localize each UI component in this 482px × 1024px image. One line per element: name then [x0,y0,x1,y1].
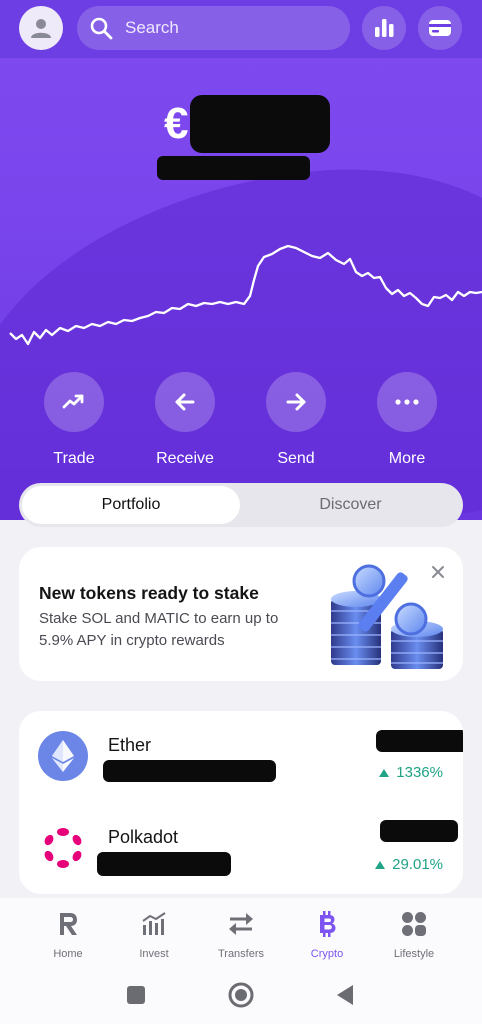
transfer-arrows-icon [229,913,253,935]
system-navigation-bar [0,968,482,1024]
receive-label: Receive [156,450,214,467]
up-triangle-icon [379,768,390,777]
total-balance[interactable]: € [164,95,331,153]
bar-chart-icon [375,19,394,37]
redacted-asset-amount [103,760,276,782]
promo-text: Stake SOL and MATIC to earn up to 5.9% A… [39,610,279,649]
send-action[interactable]: Send [246,372,346,468]
redacted-asset-amount [97,852,231,876]
nav-lifestyle-label: Lifestyle [393,948,435,960]
search-placeholder: Search [125,18,179,37]
trade-action[interactable]: Trade [24,372,124,468]
send-label: Send [277,450,315,467]
promo-title: New tokens ready to stake [39,583,259,603]
nav-home-label: Home [53,948,83,960]
ether-icon [38,731,88,781]
trend-up-icon [62,394,84,409]
asset-name: Polkadot [108,827,179,847]
nav-transfers[interactable]: Transfers [201,910,281,960]
home-circle-icon[interactable] [228,982,254,1008]
nav-crypto-label: Crypto [310,948,344,960]
more-label: More [388,450,426,467]
portfolio-chart[interactable] [0,240,482,360]
asset-change-value: 1336% [396,764,443,781]
more-dots-icon [395,399,419,405]
nav-invest[interactable]: Invest [114,910,194,960]
asset-name: Ether [108,735,152,755]
search-icon [90,17,113,40]
profile-avatar-button[interactable] [19,6,63,50]
asset-change: 29.01% [375,856,443,873]
receive-action[interactable]: Receive [135,372,235,468]
redacted-asset-value [376,730,463,752]
redacted-balance-amount [190,95,331,153]
polkadot-icon [38,823,88,873]
asset-row-polkadot[interactable]: Polkadot 29.01% [19,803,463,894]
redacted-balance-subtitle [157,156,310,180]
asset-row-ether[interactable]: Ether 1336% [19,711,463,803]
send-button[interactable] [266,372,326,432]
tab-discover[interactable]: Discover [241,486,460,524]
crypto-assets-list: Ether 1336% Polkadot 29.01% [19,711,463,894]
card-icon [429,20,451,36]
user-icon [31,19,51,38]
balance-currency: € [164,99,189,148]
top-bar: Search [0,0,482,58]
nav-invest-label: Invest [139,948,169,960]
close-icon[interactable] [427,561,449,583]
balance-hero: Search € Trade Receive Send More [0,0,482,520]
tab-portfolio[interactable]: Portfolio [22,486,240,524]
redacted-asset-value [380,820,458,842]
staking-promo-card[interactable]: New tokens ready to stake Stake SOL and … [19,547,463,681]
revolut-r-icon [60,913,77,935]
nav-home[interactable]: Home [28,910,108,960]
analytics-button[interactable] [362,6,406,50]
grid-dots-icon [402,912,426,936]
cards-button[interactable] [418,6,462,50]
arrow-right-icon [286,393,306,411]
search-bar[interactable]: Search [77,6,350,50]
trade-button[interactable] [44,372,104,432]
nav-transfers-label: Transfers [217,948,265,960]
bitcoin-icon [320,911,336,937]
receive-button[interactable] [155,372,215,432]
asset-change: 1336% [379,764,443,781]
nav-crypto[interactable]: Crypto [287,910,367,960]
asset-change-value: 29.01% [392,856,443,873]
quick-actions: Trade Receive Send More [0,372,482,467]
recents-square-icon[interactable] [126,985,146,1005]
more-button[interactable] [377,372,437,432]
back-triangle-icon[interactable] [335,984,355,1006]
portfolio-discover-switch: Portfolio Discover [19,483,463,527]
up-triangle-icon [375,860,386,869]
portfolio-chart-line [9,244,482,346]
bar-chart-icon [142,912,166,935]
more-action[interactable]: More [357,372,457,468]
trade-label: Trade [53,450,95,467]
nav-lifestyle[interactable]: Lifestyle [374,910,454,960]
bottom-navigation: Home Invest Transfers Crypto Lifestyle [0,898,482,968]
arrow-left-icon [175,393,195,411]
